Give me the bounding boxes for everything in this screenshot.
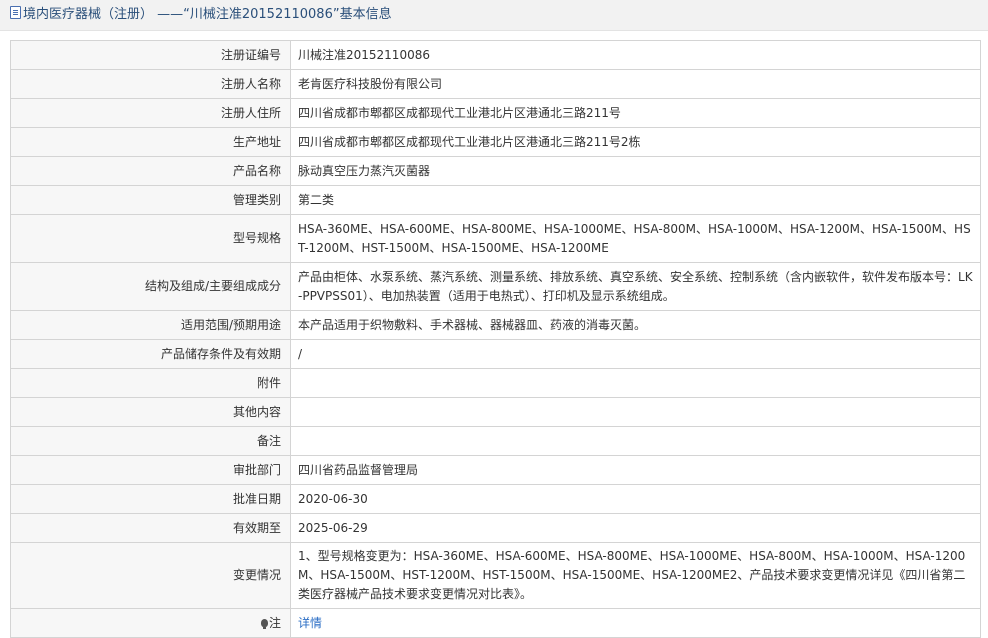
row-production-address: 生产地址 四川省成都市郫都区成都现代工业港北片区港通北三路211号2栋 — [10, 127, 981, 157]
field-label: 附件 — [10, 368, 291, 398]
row-approval-date: 批准日期 2020-06-30 — [10, 484, 981, 514]
row-product-name: 产品名称 脉动真空压力蒸汽灭菌器 — [10, 156, 981, 186]
field-label: 审批部门 — [10, 455, 291, 485]
details-link[interactable]: 详情 — [298, 616, 322, 630]
field-value: 本产品适用于织物敷料、手术器械、器械器皿、药液的消毒灭菌。 — [290, 310, 981, 340]
field-value: 川械注准20152110086 — [290, 40, 981, 70]
field-label: 注册人名称 — [10, 69, 291, 99]
page-title: 境内医疗器械（注册） ——“川械注准20152110086”基本信息 — [23, 7, 392, 22]
field-label: 产品储存条件及有效期 — [10, 339, 291, 369]
field-value — [290, 397, 981, 427]
field-label: 适用范围/预期用途 — [10, 310, 291, 340]
row-change-history: 变更情况 1、型号规格变更为：HSA-360ME、HSA-600ME、HSA-8… — [10, 542, 981, 609]
field-value: 第二类 — [290, 185, 981, 215]
field-label: 注册证编号 — [10, 40, 291, 70]
field-label: 其他内容 — [10, 397, 291, 427]
row-registrant-name: 注册人名称 老肯医疗科技股份有限公司 — [10, 69, 981, 99]
row-valid-until: 有效期至 2025-06-29 — [10, 513, 981, 543]
row-storage-conditions: 产品储存条件及有效期 / — [10, 339, 981, 369]
field-label: 有效期至 — [10, 513, 291, 543]
note-value-cell: 详情 — [290, 608, 981, 638]
field-label: 备注 — [10, 426, 291, 456]
row-remarks: 备注 — [10, 426, 981, 456]
field-label: 生产地址 — [10, 127, 291, 157]
row-model-specification: 型号规格 HSA-360ME、HSA-600ME、HSA-800ME、HSA-1… — [10, 214, 981, 263]
field-label: 结构及组成/主要组成成分 — [10, 262, 291, 311]
lightbulb-icon — [260, 618, 268, 629]
page-header: 境内医疗器械（注册） ——“川械注准20152110086”基本信息 — [0, 0, 988, 31]
field-label: 管理类别 — [10, 185, 291, 215]
field-label: 注册人住所 — [10, 98, 291, 128]
field-value: 四川省成都市郫都区成都现代工业港北片区港通北三路211号 — [290, 98, 981, 128]
note-label-cell: 注 — [10, 608, 291, 638]
note-label: 注 — [268, 615, 281, 630]
field-value: 1、型号规格变更为：HSA-360ME、HSA-600ME、HSA-800ME、… — [290, 542, 981, 609]
row-attachments: 附件 — [10, 368, 981, 398]
field-label: 型号规格 — [10, 214, 291, 263]
field-label: 产品名称 — [10, 156, 291, 186]
row-intended-use: 适用范围/预期用途 本产品适用于织物敷料、手术器械、器械器皿、药液的消毒灭菌。 — [10, 310, 981, 340]
field-label: 批准日期 — [10, 484, 291, 514]
field-value: HSA-360ME、HSA-600ME、HSA-800ME、HSA-1000ME… — [290, 214, 981, 263]
field-value: 2025-06-29 — [290, 513, 981, 543]
field-value: 脉动真空压力蒸汽灭菌器 — [290, 156, 981, 186]
row-registration-number: 注册证编号 川械注准20152110086 — [10, 40, 981, 70]
field-label: 变更情况 — [10, 542, 291, 609]
field-value: 老肯医疗科技股份有限公司 — [290, 69, 981, 99]
row-management-category: 管理类别 第二类 — [10, 185, 981, 215]
row-note: 注 详情 — [10, 608, 981, 638]
field-value: 2020-06-30 — [290, 484, 981, 514]
document-icon — [10, 6, 21, 19]
field-value — [290, 426, 981, 456]
field-value: / — [290, 339, 981, 369]
row-structure-composition: 结构及组成/主要组成成分 产品由柜体、水泵系统、蒸汽系统、测量系统、排放系统、真… — [10, 262, 981, 311]
row-registrant-address: 注册人住所 四川省成都市郫都区成都现代工业港北片区港通北三路211号 — [10, 98, 981, 128]
field-value: 产品由柜体、水泵系统、蒸汽系统、测量系统、排放系统、真空系统、安全系统、控制系统… — [290, 262, 981, 311]
field-value: 四川省药品监督管理局 — [290, 455, 981, 485]
row-approval-department: 审批部门 四川省药品监督管理局 — [10, 455, 981, 485]
field-value — [290, 368, 981, 398]
field-value: 四川省成都市郫都区成都现代工业港北片区港通北三路211号2栋 — [290, 127, 981, 157]
info-table: 注册证编号 川械注准20152110086 注册人名称 老肯医疗科技股份有限公司… — [10, 40, 981, 638]
row-other-content: 其他内容 — [10, 397, 981, 427]
